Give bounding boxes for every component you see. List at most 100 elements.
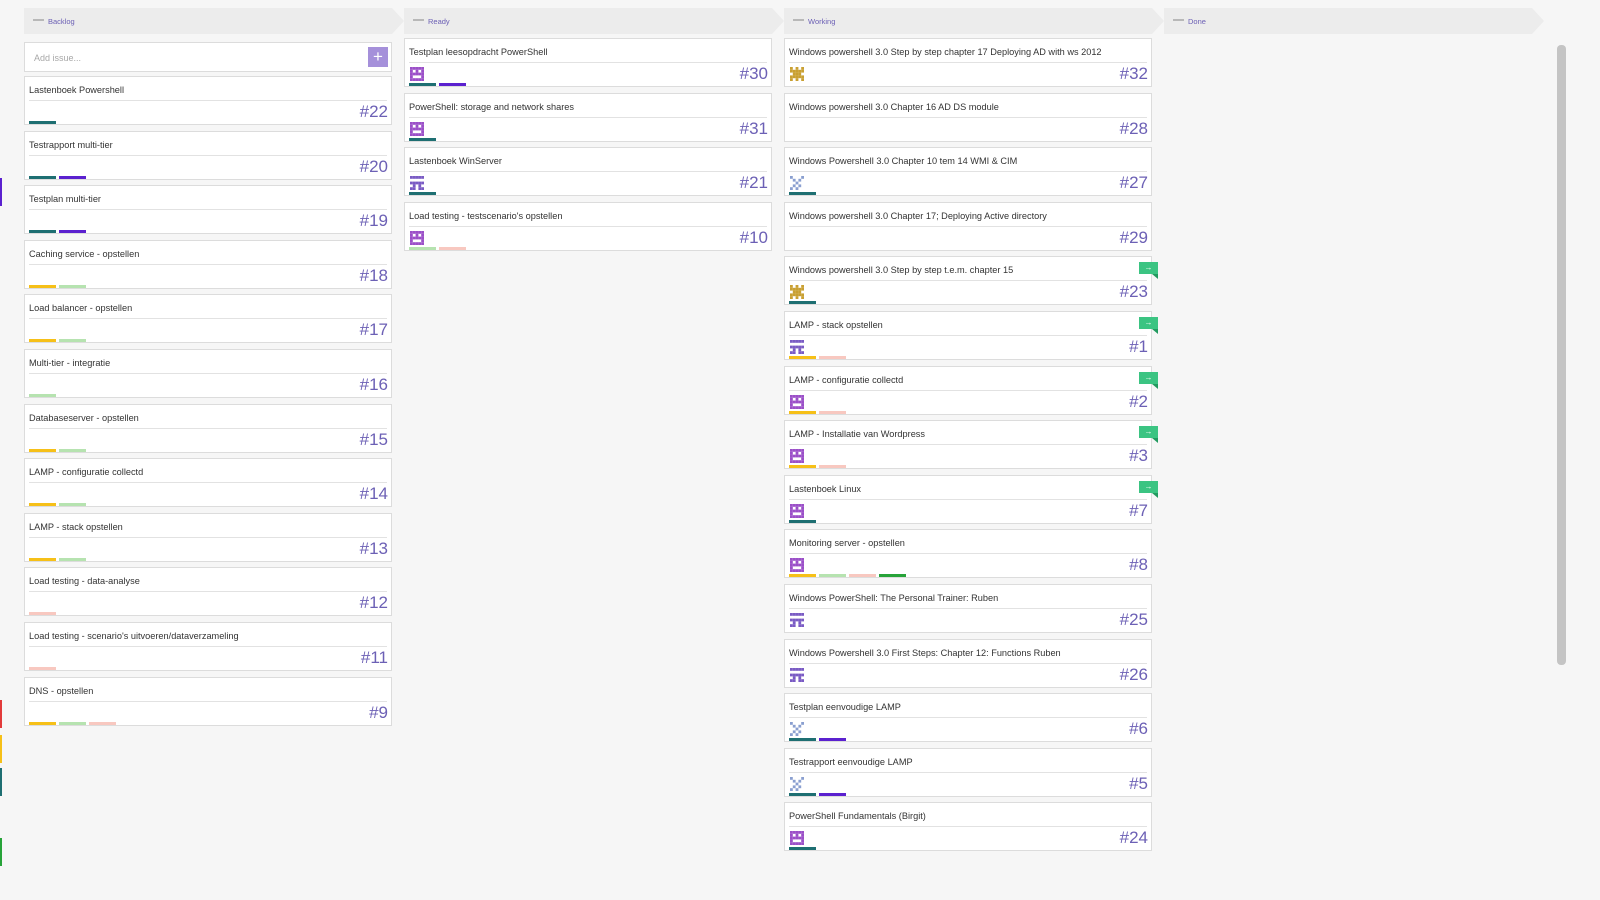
label-yellow[interactable] xyxy=(29,721,56,725)
issue-number[interactable]: #2 xyxy=(1129,392,1148,412)
issue-card[interactable]: Windows powershell 3.0 Chapter 16 AD DS … xyxy=(784,92,1152,142)
issue-number[interactable]: #7 xyxy=(1129,501,1148,521)
label-lightgreen[interactable] xyxy=(819,574,846,578)
label-purple[interactable] xyxy=(819,738,846,742)
label-teal[interactable] xyxy=(789,847,816,851)
issue-title[interactable]: Windows powershell 3.0 Step by step t.e.… xyxy=(789,265,1013,275)
issue-card[interactable]: Testplan eenvoudige LAMP #6 xyxy=(784,693,1152,743)
label-pink[interactable] xyxy=(819,410,846,414)
label-yellow[interactable] xyxy=(789,410,816,414)
label-yellow[interactable] xyxy=(29,557,56,561)
label-teal[interactable] xyxy=(409,83,436,86)
issue-number[interactable]: #20 xyxy=(360,157,388,177)
label-pink[interactable] xyxy=(29,667,56,670)
issue-card[interactable]: Windows Powershell 3.0 Chapter 10 tem 14… xyxy=(784,147,1152,197)
issue-title[interactable]: Testplan eenvoudige LAMP xyxy=(789,702,901,712)
issue-number[interactable]: #25 xyxy=(1120,610,1148,630)
issue-card[interactable]: Lastenboek Linux #7 → xyxy=(784,474,1158,524)
issue-card[interactable]: Monitoring server - opstellen #8 xyxy=(784,529,1152,579)
issue-number[interactable]: #15 xyxy=(360,430,388,450)
issue-number[interactable]: #1 xyxy=(1129,337,1148,357)
issue-title[interactable]: PowerShell: storage and network shares xyxy=(409,102,574,112)
issue-title[interactable]: DNS - opstellen xyxy=(29,686,93,696)
issue-number[interactable]: #8 xyxy=(1129,555,1148,575)
label-green[interactable] xyxy=(879,574,906,578)
issue-card[interactable]: LAMP - stack opstellen #1 → xyxy=(784,311,1158,360)
issue-card[interactable]: Multi-tier - integratie #16 xyxy=(24,349,392,398)
issue-title[interactable]: Lastenboek WinServer xyxy=(409,156,502,166)
issue-number[interactable]: #5 xyxy=(1129,774,1148,794)
issue-number[interactable]: #3 xyxy=(1129,446,1148,466)
issue-number[interactable]: #17 xyxy=(360,320,388,340)
label-yellow[interactable] xyxy=(789,465,816,469)
issue-title[interactable]: LAMP - Installatie van Wordpress xyxy=(789,429,925,439)
drag-handle-icon[interactable] xyxy=(33,19,44,21)
label-lightgreen[interactable] xyxy=(59,721,86,725)
label-purple[interactable] xyxy=(59,230,86,234)
label-teal[interactable] xyxy=(789,301,816,305)
issue-title[interactable]: Monitoring server - opstellen xyxy=(789,538,905,548)
issue-title[interactable]: Testplan multi-tier xyxy=(29,194,101,204)
drag-handle-icon[interactable] xyxy=(1173,19,1184,21)
issue-card[interactable]: Windows PowerShell: The Personal Trainer… xyxy=(784,584,1152,633)
label-teal[interactable] xyxy=(789,192,816,196)
issue-card[interactable]: LAMP - Installatie van Wordpress #3 → xyxy=(784,420,1158,470)
column-header[interactable]: Done xyxy=(1164,8,1544,34)
label-lightgreen[interactable] xyxy=(59,284,86,288)
label-purple[interactable] xyxy=(59,175,86,179)
issue-title[interactable]: Windows powershell 3.0 Chapter 17; Deplo… xyxy=(789,211,1047,221)
issue-number[interactable]: #11 xyxy=(361,648,388,668)
issue-card[interactable]: LAMP - configuratie collectd #2 → xyxy=(784,365,1158,415)
issue-title[interactable]: Load balancer - opstellen xyxy=(29,303,132,313)
issue-title[interactable]: Lastenboek Linux xyxy=(789,484,861,494)
column-header[interactable]: Ready xyxy=(404,8,784,34)
issue-card[interactable]: Testrapport eenvoudige LAMP #5 xyxy=(784,747,1152,797)
arrow-right-icon[interactable]: → xyxy=(1139,480,1158,498)
issue-number[interactable]: #26 xyxy=(1120,665,1148,685)
label-pink[interactable] xyxy=(89,721,116,725)
vertical-scrollbar[interactable] xyxy=(1557,45,1566,665)
issue-number[interactable]: #10 xyxy=(740,228,768,248)
issue-card[interactable]: Caching service - opstellen #18 xyxy=(24,239,392,289)
issue-number[interactable]: #12 xyxy=(360,593,388,613)
label-teal[interactable] xyxy=(29,121,56,124)
issue-title[interactable]: Windows PowerShell: The Personal Trainer… xyxy=(789,593,998,603)
issue-number[interactable]: #27 xyxy=(1120,173,1148,193)
column-header[interactable]: Working xyxy=(784,8,1164,34)
label-yellow[interactable] xyxy=(29,503,56,507)
issue-card[interactable]: LAMP - configuratie collectd #14 xyxy=(24,458,392,508)
issue-card[interactable]: Lastenboek Powershell #22 xyxy=(24,76,392,125)
label-pink[interactable] xyxy=(819,465,846,469)
label-yellow[interactable] xyxy=(789,356,816,359)
issue-card[interactable]: Windows powershell 3.0 Step by step chap… xyxy=(784,38,1152,87)
label-purple[interactable] xyxy=(439,83,466,86)
issue-number[interactable]: #24 xyxy=(1120,828,1148,848)
label-teal[interactable] xyxy=(789,738,816,742)
label-pink[interactable] xyxy=(29,612,56,616)
issue-card[interactable]: PowerShell Fundamentals (Birgit) #24 xyxy=(784,802,1152,852)
issue-number[interactable]: #18 xyxy=(360,266,388,286)
issue-title[interactable]: Load testing - scenario's uitvoeren/data… xyxy=(29,631,239,641)
label-teal[interactable] xyxy=(29,175,56,179)
issue-title[interactable]: Multi-tier - integratie xyxy=(29,358,110,368)
drag-handle-icon[interactable] xyxy=(413,19,424,21)
arrow-right-icon[interactable]: → xyxy=(1139,262,1158,280)
label-lightgreen[interactable] xyxy=(59,339,86,343)
issue-number[interactable]: #13 xyxy=(360,539,388,559)
label-teal[interactable] xyxy=(789,792,816,796)
issue-title[interactable]: Caching service - opstellen xyxy=(29,249,139,259)
label-pink[interactable] xyxy=(849,574,876,578)
issue-title[interactable]: Windows Powershell 3.0 Chapter 10 tem 14… xyxy=(789,156,1017,166)
column-header[interactable]: Backlog xyxy=(24,8,404,34)
label-lightgreen[interactable] xyxy=(409,246,436,250)
plus-icon[interactable]: + xyxy=(368,47,388,67)
label-lightgreen[interactable] xyxy=(59,448,86,452)
arrow-right-icon[interactable]: → xyxy=(1139,317,1158,334)
issue-number[interactable]: #30 xyxy=(740,64,768,84)
label-yellow[interactable] xyxy=(29,339,56,343)
issue-number[interactable]: #16 xyxy=(360,375,388,395)
label-pink[interactable] xyxy=(819,356,846,359)
issue-title[interactable]: Testrapport eenvoudige LAMP xyxy=(789,757,913,767)
issue-title[interactable]: Load testing - testscenario's opstellen xyxy=(409,211,562,221)
label-lightgreen[interactable] xyxy=(59,503,86,507)
